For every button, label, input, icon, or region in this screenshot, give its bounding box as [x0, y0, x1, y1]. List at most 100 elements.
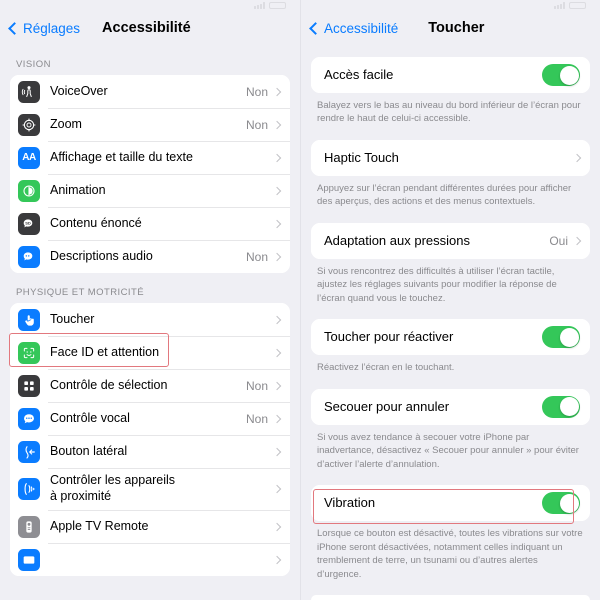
toucher-pour-reactiver-group: Toucher pour réactiver — [311, 319, 590, 356]
signal-icon — [254, 2, 265, 9]
audio-descriptions-icon — [18, 245, 40, 268]
row-label: Vibration — [324, 495, 376, 511]
chevron-right-icon — [272, 153, 282, 162]
zoom-icon — [18, 113, 40, 136]
battery-icon — [569, 2, 586, 9]
page-title-toucher: Toucher — [428, 20, 485, 36]
row-label: VoiceOver — [50, 83, 108, 98]
row-label: Adaptation aux pressions — [324, 232, 470, 248]
row-value: Non — [245, 411, 268, 426]
chevron-right-icon — [572, 153, 582, 163]
chevron-right-icon — [272, 120, 282, 129]
sidebar-item-animation[interactable]: Animation — [10, 174, 290, 207]
row-label: Affichage et taille du texte — [50, 149, 193, 164]
toggle-knob — [559, 397, 579, 417]
footnote-adaptation-pressions: Si vous rencontrez des difficultés à uti… — [317, 265, 557, 304]
page-title-accessibilite: Accessibilité — [102, 20, 191, 36]
chevron-right-icon — [272, 447, 282, 456]
chevron-left-icon — [309, 21, 322, 35]
chevron-right-icon — [272, 414, 282, 423]
sidebar-item-partial-cutoff[interactable] — [10, 543, 290, 576]
right-scroll-content[interactable]: Accès facile Balayez vers le bas au nive… — [301, 45, 600, 600]
row-value: Non — [245, 249, 268, 264]
setting-row-adaptation-aux-pressions[interactable]: Adaptation aux pressions Oui — [311, 222, 590, 259]
toggle-knob — [559, 327, 579, 347]
sidebar-item-face-id-attention[interactable]: Face ID et attention — [10, 336, 290, 369]
sidebar-item-controler-appareils-proximite[interactable]: Contrôler les appareils à proximité — [10, 468, 290, 510]
row-label: Contenu énoncé — [50, 215, 142, 230]
chevron-right-icon — [272, 87, 282, 96]
switch-control-icon — [18, 374, 40, 397]
touch-icon — [18, 308, 40, 331]
signal-icon — [554, 2, 565, 9]
sidebar-item-contenu-enonce[interactable]: SD Contenu énoncé — [10, 207, 290, 240]
sidebar-item-controle-vocal[interactable]: Contrôle vocal Non — [10, 402, 290, 435]
sidebar-item-controle-de-selection[interactable]: Contrôle de sélection Non — [10, 369, 290, 402]
row-label: Contrôle de sélection — [50, 377, 168, 392]
next-group-partial — [311, 595, 590, 600]
back-button-accessibilite[interactable]: Accessibilité — [309, 21, 398, 36]
chevron-right-icon — [272, 252, 282, 261]
row-label: Toucher pour réactiver — [324, 329, 454, 345]
battery-icon — [269, 2, 286, 9]
row-label: Contrôler les appareils à proximité — [50, 473, 176, 503]
row-label: Apple TV Remote — [50, 518, 149, 533]
setting-row-secouer-pour-annuler[interactable]: Secouer pour annuler — [311, 388, 590, 425]
row-value: Non — [245, 378, 268, 393]
sidebar-item-bouton-lateral[interactable]: Bouton latéral — [10, 435, 290, 468]
row-label: Toucher — [50, 311, 95, 326]
sidebar-item-descriptions-audio[interactable]: Descriptions audio Non — [10, 240, 290, 273]
toggle-vibration[interactable] — [542, 492, 580, 515]
chevron-right-icon — [272, 522, 282, 531]
row-label: Zoom — [50, 116, 82, 131]
voice-control-icon — [18, 407, 40, 430]
adaptation-pressions-group: Adaptation aux pressions Oui — [311, 222, 590, 259]
chevron-right-icon — [272, 381, 282, 390]
back-button-label: Réglages — [23, 20, 81, 36]
setting-row-acces-facile[interactable]: Accès facile — [311, 57, 590, 93]
back-button-reglages[interactable]: Réglages — [8, 20, 81, 36]
row-value: Non — [245, 117, 268, 132]
svg-text:SD: SD — [25, 220, 31, 225]
left-scroll-content[interactable]: VISION VoiceOver Non Zoom Non AA Afficha… — [0, 45, 300, 600]
row-value: Non — [245, 84, 268, 99]
vision-group: VoiceOver Non Zoom Non AA Affichage et t… — [10, 75, 290, 273]
sidebar-item-toucher[interactable]: Toucher — [10, 303, 290, 336]
toggle-toucher-pour-reactiver[interactable] — [542, 326, 580, 349]
setting-row-toucher-pour-reactiver[interactable]: Toucher pour réactiver — [311, 319, 590, 356]
footnote-acces-facile: Balayez vers le bas au niveau du bord in… — [317, 100, 581, 125]
physique-motricite-group: Toucher Face ID et attention Contrôle de… — [10, 303, 290, 576]
sidebar-item-zoom[interactable]: Zoom Non — [10, 108, 290, 141]
sidebar-item-apple-tv-remote[interactable]: Apple TV Remote — [10, 510, 290, 543]
chevron-right-icon — [272, 186, 282, 195]
left-phone-screen: Réglages Accessibilité VISION VoiceOver … — [0, 0, 300, 600]
toggle-acces-facile[interactable] — [542, 64, 580, 86]
status-bar-right-group — [254, 2, 286, 9]
vibration-group: Vibration — [311, 485, 590, 522]
chevron-right-icon — [272, 555, 282, 564]
toggle-secouer-pour-annuler[interactable] — [542, 395, 580, 418]
nav-bar-right: Accessibilité Toucher — [301, 11, 600, 45]
secouer-pour-annuler-group: Secouer pour annuler — [311, 388, 590, 425]
row-value: Oui — [549, 233, 568, 248]
status-bar-right-group-2 — [554, 2, 586, 9]
row-label: Descriptions audio — [50, 248, 153, 263]
row-label: Face ID et attention — [50, 344, 160, 359]
row-label: Haptic Touch — [324, 149, 399, 165]
motion-icon — [18, 179, 40, 202]
footnote-haptic-touch: Appuyez sur l’écran pendant différentes … — [317, 182, 572, 208]
right-phone-screen: Accessibilité Toucher Accès facile Balay… — [300, 0, 600, 600]
setting-row-haptic-touch[interactable]: Haptic Touch — [311, 139, 590, 176]
sidebar-item-voiceover[interactable]: VoiceOver Non — [10, 75, 290, 108]
setting-row-vibration[interactable]: Vibration — [311, 485, 590, 522]
haptic-touch-group: Haptic Touch — [311, 139, 590, 176]
face-id-icon — [18, 341, 40, 364]
voiceover-icon — [18, 80, 40, 103]
toggle-knob — [559, 65, 579, 85]
chevron-right-icon — [272, 484, 282, 494]
sidebar-item-affichage-taille-texte[interactable]: AA Affichage et taille du texte — [10, 141, 290, 174]
footnote-toucher-pour-reactiver: Réactivez l’écran en le touchant. — [317, 362, 455, 374]
keyboard-icon — [18, 548, 40, 571]
nearby-devices-icon — [18, 478, 40, 500]
status-bar-left — [0, 0, 300, 11]
